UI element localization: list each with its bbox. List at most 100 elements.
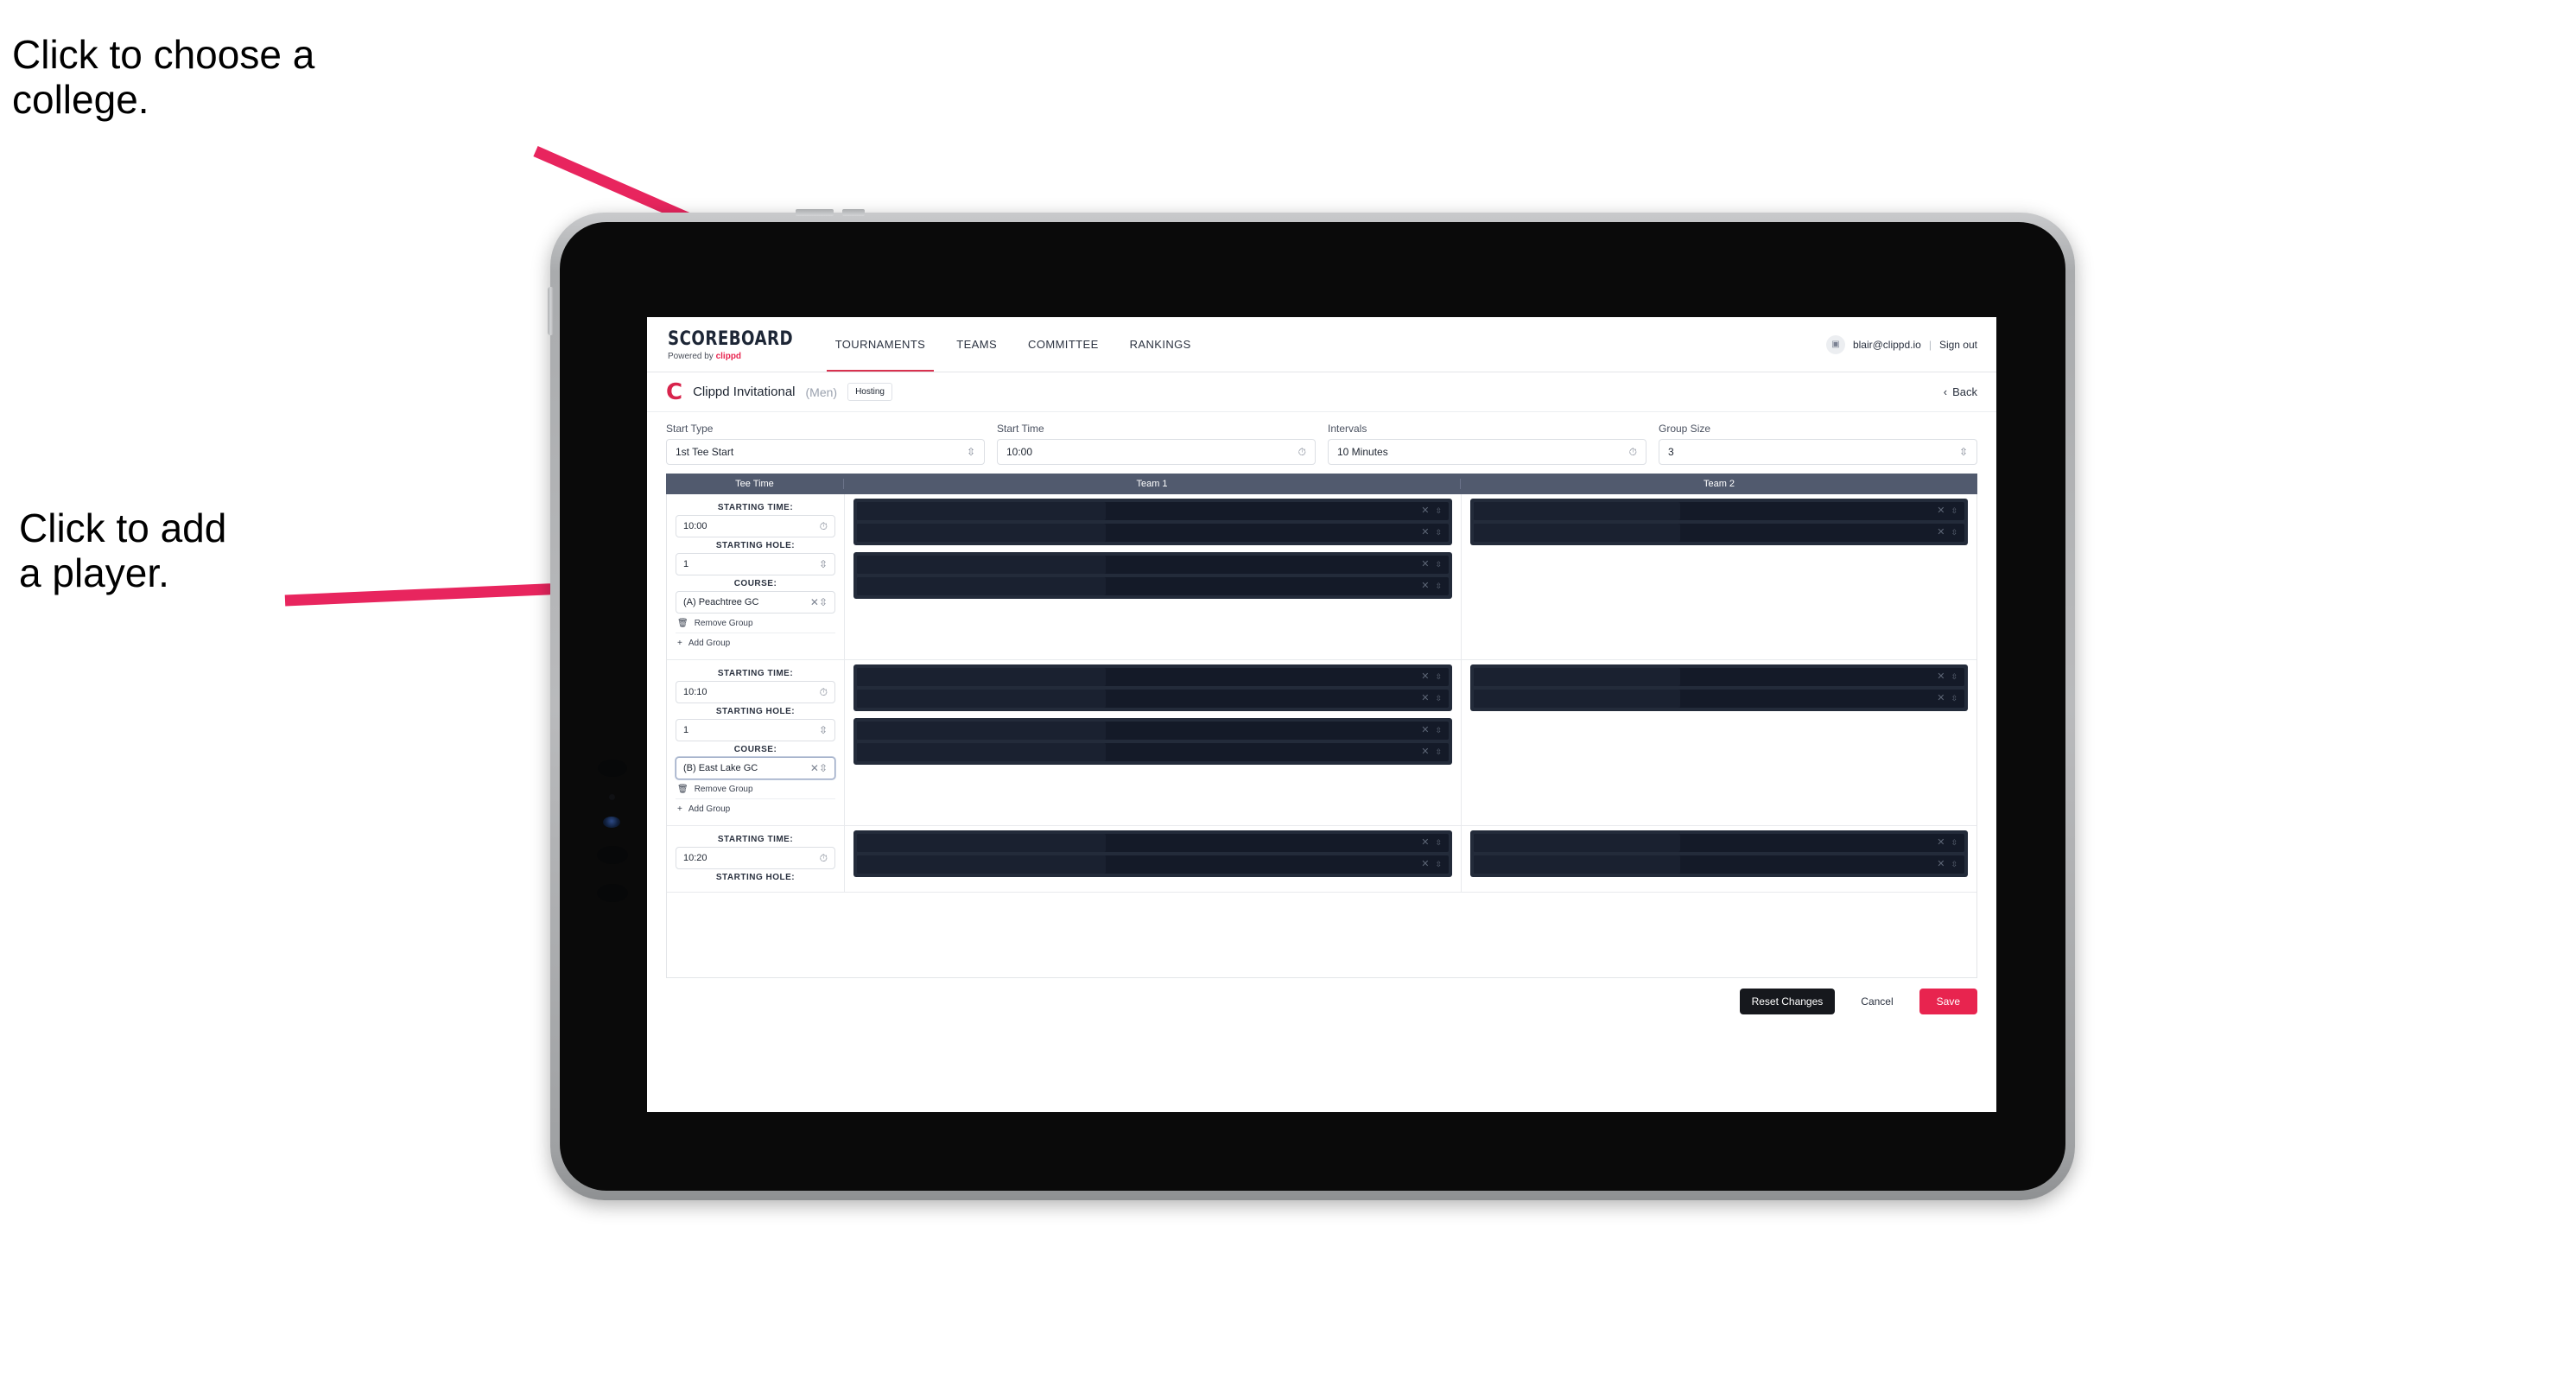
nav-item-teams[interactable]: TEAMS [941,317,1012,372]
player-slot-row[interactable]: ✕ ⇳ [1474,524,1964,542]
stepper-chevron-icon[interactable]: ⇳ [1951,861,1957,868]
reset-changes-button[interactable]: Reset Changes [1739,989,1836,1014]
group-size-input[interactable]: 3 ⇳ [1659,439,1977,465]
clear-x-icon[interactable]: ✕ [1937,694,1945,703]
clear-x-icon[interactable]: ✕ [1421,560,1429,569]
player-slot-row[interactable]: ✕ ⇳ [1474,668,1964,686]
clock-icon[interactable]: ⏱ [1298,446,1306,459]
clock-icon[interactable]: ⏱ [1629,446,1637,459]
tablet-top-button[interactable] [842,209,865,216]
clear-x-icon[interactable]: ✕ [1937,860,1945,869]
clock-icon[interactable]: ⏱ [820,520,828,533]
player-slot-row[interactable]: ✕ ⇳ [1474,834,1964,852]
stepper-chevron-icon[interactable]: ⇳ [1951,529,1957,537]
start-type-select[interactable]: 1st Tee Start ⇳ [666,439,985,465]
player-slot-row[interactable]: ✕ ⇳ [857,577,1449,595]
clear-x-icon[interactable]: ✕ [1937,506,1945,516]
clear-x-icon[interactable]: ✕ [810,596,819,608]
stepper-icon[interactable]: ⇳ [819,558,828,570]
starting-hole-input[interactable]: 1 ⇳ [676,719,835,741]
brand-logo[interactable]: SCOREBOARD Powered by clippd [647,317,820,372]
clock-icon[interactable]: ⏱ [820,852,828,865]
app-top-bar: SCOREBOARD Powered by clippd TOURNAMENTS… [647,317,1996,372]
player-slot-row[interactable]: ✕ ⇳ [857,502,1449,520]
clear-x-icon[interactable]: ✕ [1937,528,1945,537]
add-group-action[interactable]: + Add Group [676,799,835,818]
stepper-chevron-icon[interactable]: ⇳ [1435,561,1442,569]
stepper-chevron-icon[interactable]: ⇳ [1435,839,1442,847]
course-label: COURSE: [733,745,777,754]
remove-group-action[interactable]: 🗑 Remove Group [676,614,835,633]
stepper-chevron-icon[interactable]: ⇳ [1951,507,1957,515]
starting-hole-input[interactable]: 1 ⇳ [676,553,835,575]
clear-x-icon[interactable]: ✕ [1421,726,1429,735]
player-slot-row[interactable]: ✕ ⇳ [1474,855,1964,874]
starting-time-input[interactable]: 10:20 ⏱ [676,847,835,869]
course-select[interactable]: (B) East Lake GC ✕ ⇳ [676,757,835,779]
course-select[interactable]: (A) Peachtree GC ✕ ⇳ [676,591,835,614]
clear-x-icon[interactable]: ✕ [1421,528,1429,537]
player-slot-row[interactable]: ✕ ⇳ [857,556,1449,574]
start-time-input[interactable]: 10:00 ⏱ [997,439,1316,465]
tablet-power-button[interactable] [796,209,834,216]
add-group-action[interactable]: + Add Group [676,633,835,652]
player-slot-row[interactable]: ✕ ⇳ [857,855,1449,874]
player-slot-row[interactable]: ✕ ⇳ [1474,502,1964,520]
clear-x-icon[interactable]: ✕ [810,762,819,774]
back-button[interactable]: ‹ Back [1944,385,1977,398]
clear-x-icon[interactable]: ✕ [1421,582,1429,591]
stepper-chevron-icon[interactable]: ⇳ [1435,673,1442,681]
clear-x-icon[interactable]: ✕ [1421,506,1429,516]
brand-tagline-prefix: Powered by [668,351,716,361]
stepper-chevron-icon[interactable]: ⇳ [1435,529,1442,537]
stepper-icon[interactable]: ⇳ [1959,446,1968,458]
nav-label: TEAMS [956,338,998,351]
stepper-chevron-icon[interactable]: ⇳ [1951,695,1957,703]
player-group-block: ✕ ⇳ ✕ ⇳ [853,499,1452,545]
stepper-chevron-icon[interactable]: ⇳ [1435,748,1442,756]
nav-item-committee[interactable]: COMMITTEE [1012,317,1114,372]
page-title: Clippd Invitational [693,385,796,399]
clear-x-icon[interactable]: ✕ [1421,747,1429,757]
stepper-icon[interactable]: ⇳ [819,762,828,774]
save-button[interactable]: Save [1919,989,1977,1014]
player-slot-row[interactable]: ✕ ⇳ [857,690,1449,708]
intervals-input[interactable]: 10 Minutes ⏱ [1328,439,1646,465]
starting-time-input[interactable]: 10:00 ⏱ [676,515,835,537]
stepper-chevron-icon[interactable]: ⇳ [1435,727,1442,734]
avatar[interactable]: ▣ [1825,334,1845,354]
clear-x-icon[interactable]: ✕ [1421,838,1429,848]
clear-x-icon[interactable]: ✕ [1937,672,1945,682]
stepper-chevron-icon[interactable]: ⇳ [1951,839,1957,847]
stepper-chevron-icon[interactable]: ⇳ [1435,507,1442,515]
table-body[interactable]: STARTING TIME: 10:00 ⏱ STARTING HOLE: 1 … [666,494,1977,978]
player-slot-row[interactable]: ✕ ⇳ [857,668,1449,686]
stepper-chevron-icon[interactable]: ⇳ [1435,861,1442,868]
clock-icon[interactable]: ⏱ [820,686,828,699]
clear-x-icon[interactable]: ✕ [1937,838,1945,848]
nav-item-rankings[interactable]: RANKINGS [1114,317,1207,372]
player-slot-row[interactable]: ✕ ⇳ [857,524,1449,542]
clear-x-icon[interactable]: ✕ [1421,860,1429,869]
cancel-button[interactable]: Cancel [1849,989,1905,1014]
stepper-icon[interactable]: ⇳ [967,446,975,458]
player-slot-row[interactable]: ✕ ⇳ [857,834,1449,852]
clear-x-icon[interactable]: ✕ [1421,694,1429,703]
sign-out-link[interactable]: Sign out [1939,339,1977,351]
remove-group-action[interactable]: 🗑 Remove Group [676,779,835,799]
player-slot-row[interactable]: ✕ ⇳ [857,722,1449,740]
player-slot-row[interactable]: ✕ ⇳ [1474,690,1964,708]
stepper-chevron-icon[interactable]: ⇳ [1435,582,1442,590]
player-slot-row[interactable]: ✕ ⇳ [857,743,1449,761]
course-label: COURSE: [733,579,777,588]
stepper-chevron-icon[interactable]: ⇳ [1951,673,1957,681]
account-email: blair@clippd.io [1852,338,1921,351]
clear-x-icon[interactable]: ✕ [1421,672,1429,682]
starting-time-input[interactable]: 10:10 ⏱ [676,681,835,703]
stepper-icon[interactable]: ⇳ [819,596,828,608]
brand-tagline-clippd: clippd [715,351,742,361]
nav-item-tournaments[interactable]: TOURNAMENTS [820,317,942,372]
stepper-chevron-icon[interactable]: ⇳ [1435,695,1442,703]
tablet-volume-button[interactable] [548,287,554,335]
stepper-icon[interactable]: ⇳ [819,724,828,736]
